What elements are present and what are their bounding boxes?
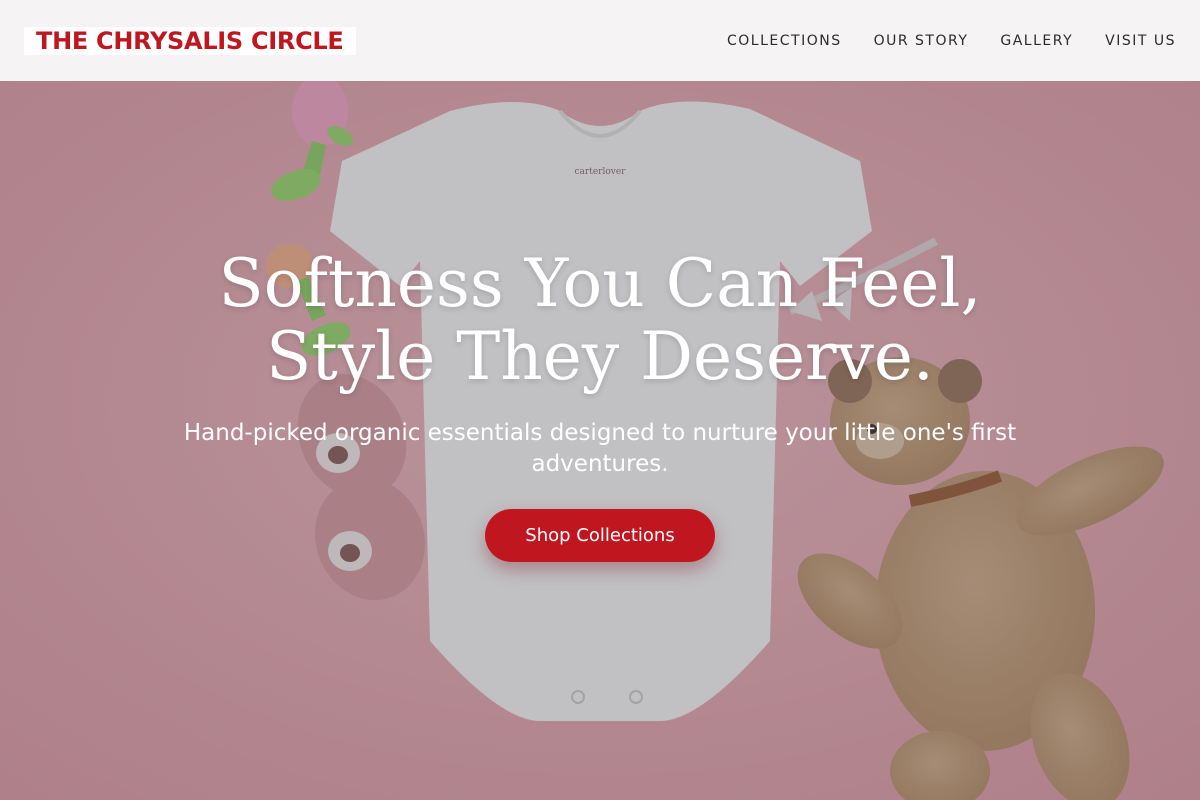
main-nav: COLLECTIONS OUR STORY GALLERY VISIT US [727, 33, 1176, 49]
nav-item-our-story[interactable]: OUR STORY [874, 33, 969, 49]
page: THE CHRYSALIS CIRCLE COLLECTIONS OUR STO… [0, 0, 1200, 800]
brand-logo[interactable]: THE CHRYSALIS CIRCLE [24, 26, 356, 55]
hero-content: Softness You Can Feel, Style They Deserv… [0, 81, 1200, 800]
nav-item-gallery[interactable]: GALLERY [1000, 33, 1073, 49]
hero-section: carterlover Softness You Can Feel, Style… [0, 81, 1200, 800]
hero-subtitle: Hand-picked organic essentials designed … [183, 420, 1017, 477]
site-header: THE CHRYSALIS CIRCLE COLLECTIONS OUR STO… [0, 0, 1200, 81]
nav-item-collections[interactable]: COLLECTIONS [727, 33, 842, 49]
nav-item-visit-us[interactable]: VISIT US [1105, 33, 1176, 49]
shop-collections-button[interactable]: Shop Collections [485, 509, 715, 562]
hero-title: Softness You Can Feel, Style They Deserv… [218, 245, 982, 395]
